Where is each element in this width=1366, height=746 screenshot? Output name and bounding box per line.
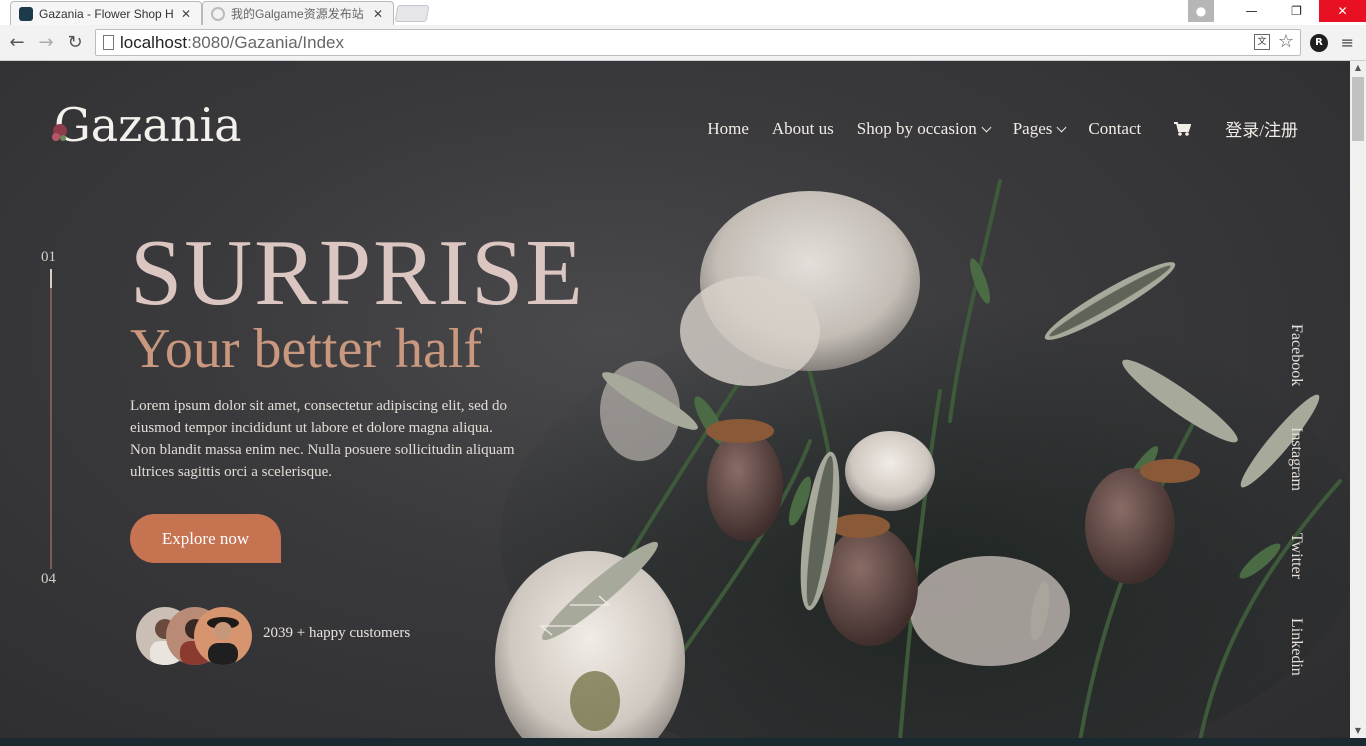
nav-shop-by-occasion[interactable]: Shop by occasion xyxy=(856,118,992,139)
new-tab-button[interactable] xyxy=(394,5,430,22)
gazania-favicon-icon xyxy=(19,6,33,21)
social-facebook[interactable]: Facebook xyxy=(1287,324,1305,386)
profile-icon[interactable]: ● xyxy=(1188,0,1214,22)
slide-current: 01 xyxy=(41,249,56,265)
social-linkedin[interactable]: Linkedin xyxy=(1287,618,1305,676)
flower-bouquet-image xyxy=(495,179,1350,738)
restore-button[interactable]: ❐ xyxy=(1274,0,1319,22)
site-logo[interactable]: Gazania xyxy=(54,98,242,152)
nav-contact[interactable]: Contact xyxy=(1088,119,1141,139)
social-twitter[interactable]: Twitter xyxy=(1287,533,1305,579)
close-window-button[interactable]: ✕ xyxy=(1319,0,1366,22)
slide-progress-fill xyxy=(50,269,52,288)
slide-progress-line xyxy=(50,269,52,569)
tab-title: 我的Galgame资源发布站 xyxy=(231,7,364,21)
minimize-button[interactable]: — xyxy=(1229,0,1274,22)
nav-about-us[interactable]: About us xyxy=(772,119,834,139)
browser-toolbar: ← → ↻ localhost:8080/Gazania/Index 文 ☆ R… xyxy=(0,25,1366,61)
forward-arrow-icon[interactable]: → xyxy=(34,31,58,55)
happy-customers-text: 2039 + happy customers xyxy=(263,625,411,641)
cart-icon[interactable] xyxy=(1173,121,1192,137)
window-controls: ● — ❐ ✕ xyxy=(1188,0,1366,25)
prev-arrow-icon[interactable] xyxy=(540,624,582,636)
translate-icon[interactable]: 文 xyxy=(1254,34,1270,50)
chevron-down-icon xyxy=(1056,122,1067,132)
tab-close-icon[interactable]: ✕ xyxy=(179,7,193,21)
browser-tab-gazania[interactable]: Gazania - Flower Shop H ✕ xyxy=(10,1,202,25)
os-taskbar xyxy=(0,738,1366,746)
scroll-down-icon[interactable]: ▼ xyxy=(1350,724,1366,738)
chevron-down-icon xyxy=(981,122,992,132)
nav-pages[interactable]: Pages xyxy=(1012,118,1067,139)
scrollbar-thumb[interactable] xyxy=(1352,77,1364,141)
nav-home[interactable]: Home xyxy=(707,119,749,139)
loading-favicon-icon xyxy=(211,6,225,21)
browser-menu-icon[interactable]: ≡ xyxy=(1341,33,1354,52)
scroll-up-icon[interactable]: ▲ xyxy=(1350,61,1366,75)
avatar xyxy=(194,607,252,665)
url-text[interactable]: localhost:8080/Gazania/Index xyxy=(120,33,344,53)
back-arrow-icon[interactable]: ← xyxy=(5,31,29,55)
tab-close-icon[interactable]: ✕ xyxy=(371,7,385,21)
page-icon xyxy=(103,35,114,50)
page-scrollbar[interactable]: ▲ ▼ xyxy=(1350,61,1366,738)
hero-description: Lorem ipsum dolor sit amet, consectetur … xyxy=(130,398,515,480)
social-instagram[interactable]: Instagram xyxy=(1287,427,1305,491)
logo-flower-icon xyxy=(52,124,67,141)
page-viewport: Gazania Home About us Shop by occasion P… xyxy=(0,61,1350,738)
reload-icon[interactable]: ↻ xyxy=(63,31,87,55)
browser-tabstrip: Gazania - Flower Shop H ✕ 我的Galgame资源发布站… xyxy=(0,0,1366,25)
main-nav: Home About us Shop by occasion Pages Con… xyxy=(684,116,1298,141)
hero-title: SURPRISE xyxy=(130,221,585,325)
browser-tab-galgame[interactable]: 我的Galgame资源发布站 ✕ xyxy=(202,1,394,25)
slide-total: 04 xyxy=(41,571,56,587)
extension-icon[interactable]: R xyxy=(1310,34,1328,52)
customer-avatars xyxy=(136,607,256,665)
next-arrow-icon[interactable] xyxy=(570,595,610,607)
login-register-link[interactable]: 登录/注册 xyxy=(1225,116,1298,141)
nav-label: Pages xyxy=(1012,118,1053,138)
address-bar[interactable]: localhost:8080/Gazania/Index 文 ☆ xyxy=(95,29,1301,56)
tab-title: Gazania - Flower Shop H xyxy=(39,6,174,21)
hero-subtitle: Your better half xyxy=(130,318,483,380)
explore-now-button[interactable]: Explore now xyxy=(130,514,281,563)
nav-label: Shop by occasion xyxy=(856,118,977,138)
bookmark-star-icon[interactable]: ☆ xyxy=(1278,31,1294,52)
